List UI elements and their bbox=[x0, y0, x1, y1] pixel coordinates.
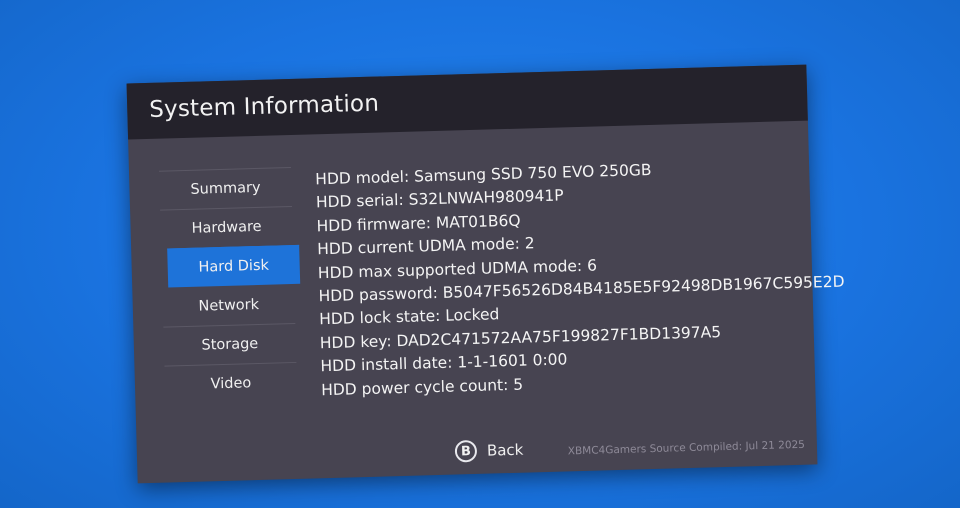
sidebar-item-storage[interactable]: Storage bbox=[163, 322, 297, 366]
hdd-info-panel: HDD model: Samsung SSD 750 EVO 250GB HDD… bbox=[315, 155, 845, 402]
build-info: XBMC4Gamers Source Compiled: Jul 21 2025 bbox=[567, 438, 806, 458]
sidebar-menu: Summary Hardware Hard Disk Network Stora… bbox=[158, 167, 301, 405]
sidebar-item-video[interactable]: Video bbox=[164, 361, 298, 405]
sidebar-item-hard-disk[interactable]: Hard Disk bbox=[167, 244, 301, 288]
sidebar-item-network[interactable]: Network bbox=[162, 284, 295, 327]
title-bar: System Information bbox=[126, 64, 808, 140]
system-information-dialog: System Information Summary Hardware Hard… bbox=[126, 64, 845, 484]
sidebar-item-hardware[interactable]: Hardware bbox=[160, 205, 294, 249]
sidebar-item-summary[interactable]: Summary bbox=[158, 167, 293, 210]
desktop-background: System Information Summary Hardware Hard… bbox=[0, 0, 960, 508]
back-button[interactable]: B Back bbox=[454, 437, 524, 465]
b-button-icon: B bbox=[454, 439, 478, 463]
dialog-title: System Information bbox=[148, 90, 380, 123]
back-label: Back bbox=[486, 440, 524, 460]
